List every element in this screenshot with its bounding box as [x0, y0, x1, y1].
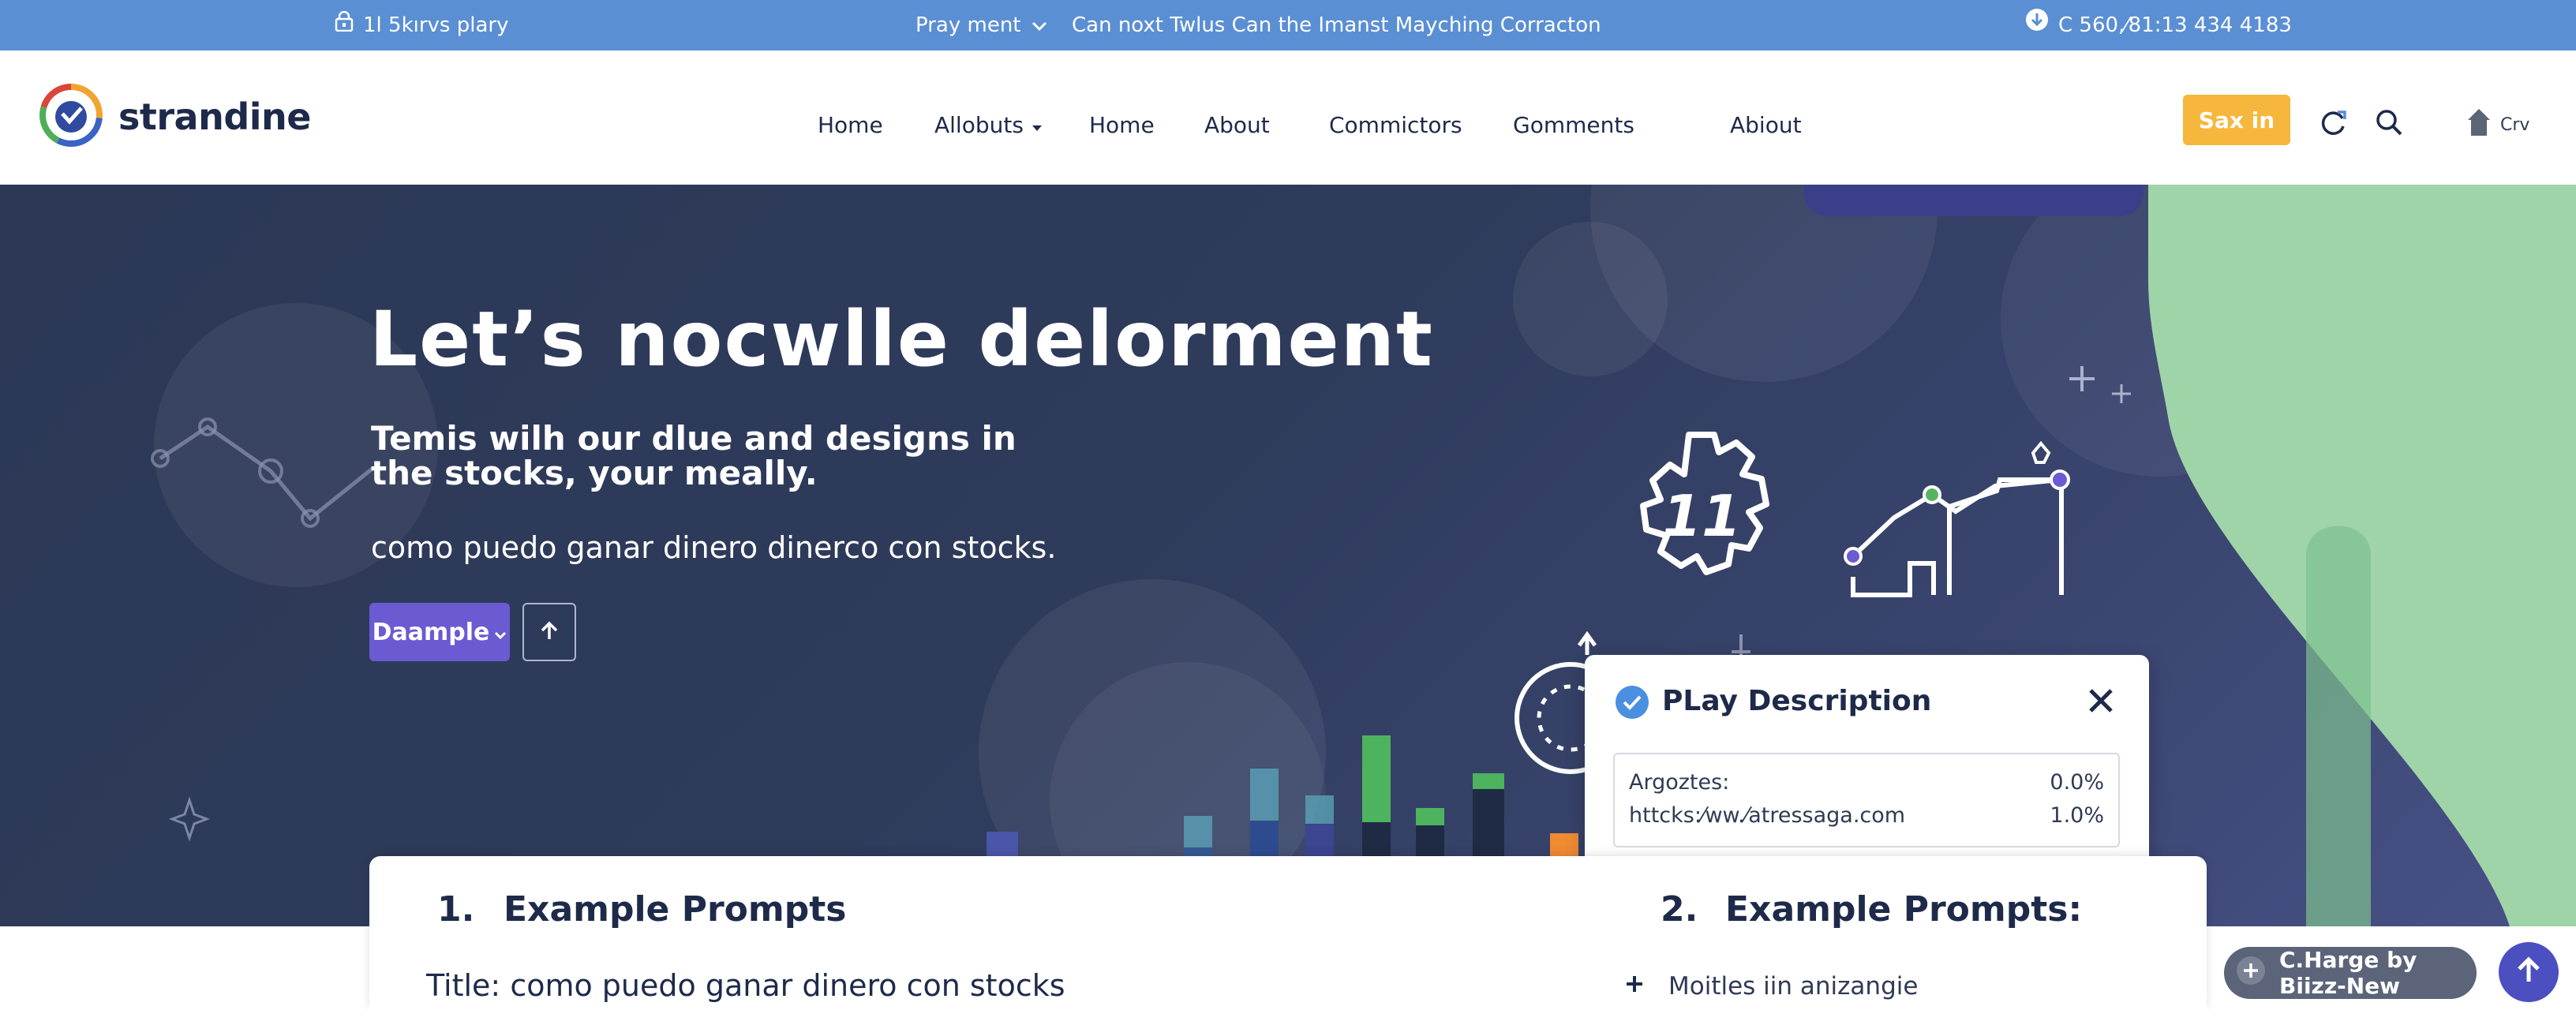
download-circle-icon — [2025, 4, 2049, 47]
chevron-down-icon — [494, 619, 507, 646]
topbar-left-text: 1l 5kırvs plary — [363, 13, 509, 37]
example-prompts-card: 1. Example Prompts 2. Example Prompts: T… — [369, 856, 2207, 1010]
hero-title: Let’s nocwlle delorment — [369, 295, 1434, 383]
nav-allobuts-dropdown[interactable]: Allobuts — [934, 112, 1043, 138]
popup-details-box: Argoztes: 0.0% httcks:⁄ww.⁄atressaga.com… — [1613, 753, 2120, 847]
play-description-popup: PLay Description Argoztes: 0.0% httcks:⁄… — [1585, 655, 2149, 870]
topbar-menu-dropdown[interactable]: Pray ment — [915, 0, 1048, 50]
check-circle-icon — [1615, 685, 1649, 723]
topbar-phone[interactable]: C 560,⁄81:13 434 4183 — [2025, 0, 2292, 50]
detail-value: 0.0% — [2050, 770, 2104, 795]
topbar-left-link[interactable]: 1l 5kırvs plary — [335, 0, 508, 50]
section-number: 2. — [1661, 889, 1698, 930]
top-announcement-bar: 1l 5kırvs plary Pray ment Can noxt Twlus… — [0, 0, 2576, 50]
caret-down-icon — [1032, 112, 1043, 138]
topbar-menu-label: Pray ment — [915, 13, 1021, 37]
add-circle-icon — [2235, 955, 2267, 992]
nav-commictors[interactable]: Commictors — [1329, 112, 1462, 138]
sample-dropdown-button[interactable]: Daample — [369, 603, 510, 661]
gear-number-text: 11 — [1662, 483, 1742, 549]
sample-button-label: Daample — [372, 618, 490, 646]
nav-home[interactable]: Home — [818, 112, 883, 138]
popup-title: PLay Description — [1662, 685, 1932, 717]
arrow-up-icon — [2516, 956, 2541, 988]
hero-description: como puedo ganar dinero dinerco con stoc… — [371, 530, 1057, 565]
chat-label: C.Harge by Biizz-New — [2279, 947, 2417, 999]
plus-icon — [1624, 972, 1645, 1001]
close-icon[interactable] — [2087, 686, 2115, 718]
chat-widget-bar[interactable]: C.Harge by Biizz-New — [2224, 947, 2477, 999]
announcement-text: Can noxt Twlus Can the Imanst Mayching C… — [1072, 13, 1601, 37]
phone-text: C 560,⁄81:13 434 4183 — [2058, 13, 2292, 37]
nav-about[interactable]: About — [1204, 112, 1270, 138]
detail-label: Argoztes: — [1629, 770, 1730, 795]
main-navbar: strandine Home Allobuts Home About Commi… — [0, 50, 2576, 185]
hero-subtitle: Temis wilh our dlue and designs in the s… — [371, 419, 1017, 492]
section-number: 1. — [437, 889, 475, 930]
chevron-down-icon — [1031, 4, 1048, 47]
profile-menu[interactable]: Crv — [2466, 107, 2529, 142]
search-icon[interactable] — [2374, 107, 2404, 140]
refresh-icon[interactable] — [2319, 107, 2349, 140]
prompt-title: Title: como puedo ganar dinero con stock… — [426, 968, 1065, 1003]
back-to-top-button[interactable] — [2499, 942, 2559, 1002]
section-title: Example Prompts: — [1725, 889, 2083, 930]
detail-link[interactable]: httcks:⁄ww.⁄atressaga.com — [1629, 803, 1905, 828]
nav-allobuts-label: Allobuts — [934, 112, 1024, 138]
section-title: Example Prompts — [504, 889, 847, 930]
detail-value: 1.0% — [2050, 803, 2104, 828]
list-item-label: Moitles iin anizangie — [1668, 972, 1919, 1001]
nav-gomments[interactable]: Gomments — [1513, 112, 1634, 138]
brand-logo[interactable]: strandine — [39, 84, 312, 150]
arrow-up-icon — [540, 620, 559, 644]
nav-abiout[interactable]: Abiout — [1730, 112, 1802, 138]
list-item[interactable]: Moitles iin anizangie — [1624, 972, 1918, 1001]
hero-section: 11 Let’s nocwlle delorment Temis wilh ou… — [0, 185, 2576, 926]
brand-name: strandine — [118, 95, 312, 138]
user-icon — [2466, 107, 2492, 142]
logo-mark-icon — [39, 84, 103, 150]
lock-icon — [335, 4, 354, 47]
sign-in-button[interactable]: Sax in — [2183, 95, 2290, 145]
scroll-up-button[interactable] — [522, 603, 576, 661]
nav-home-2[interactable]: Home — [1089, 112, 1155, 138]
profile-label: Crv — [2500, 114, 2530, 135]
topbar-announcement[interactable]: Can noxt Twlus Can the Imanst Mayching C… — [1072, 0, 1601, 50]
